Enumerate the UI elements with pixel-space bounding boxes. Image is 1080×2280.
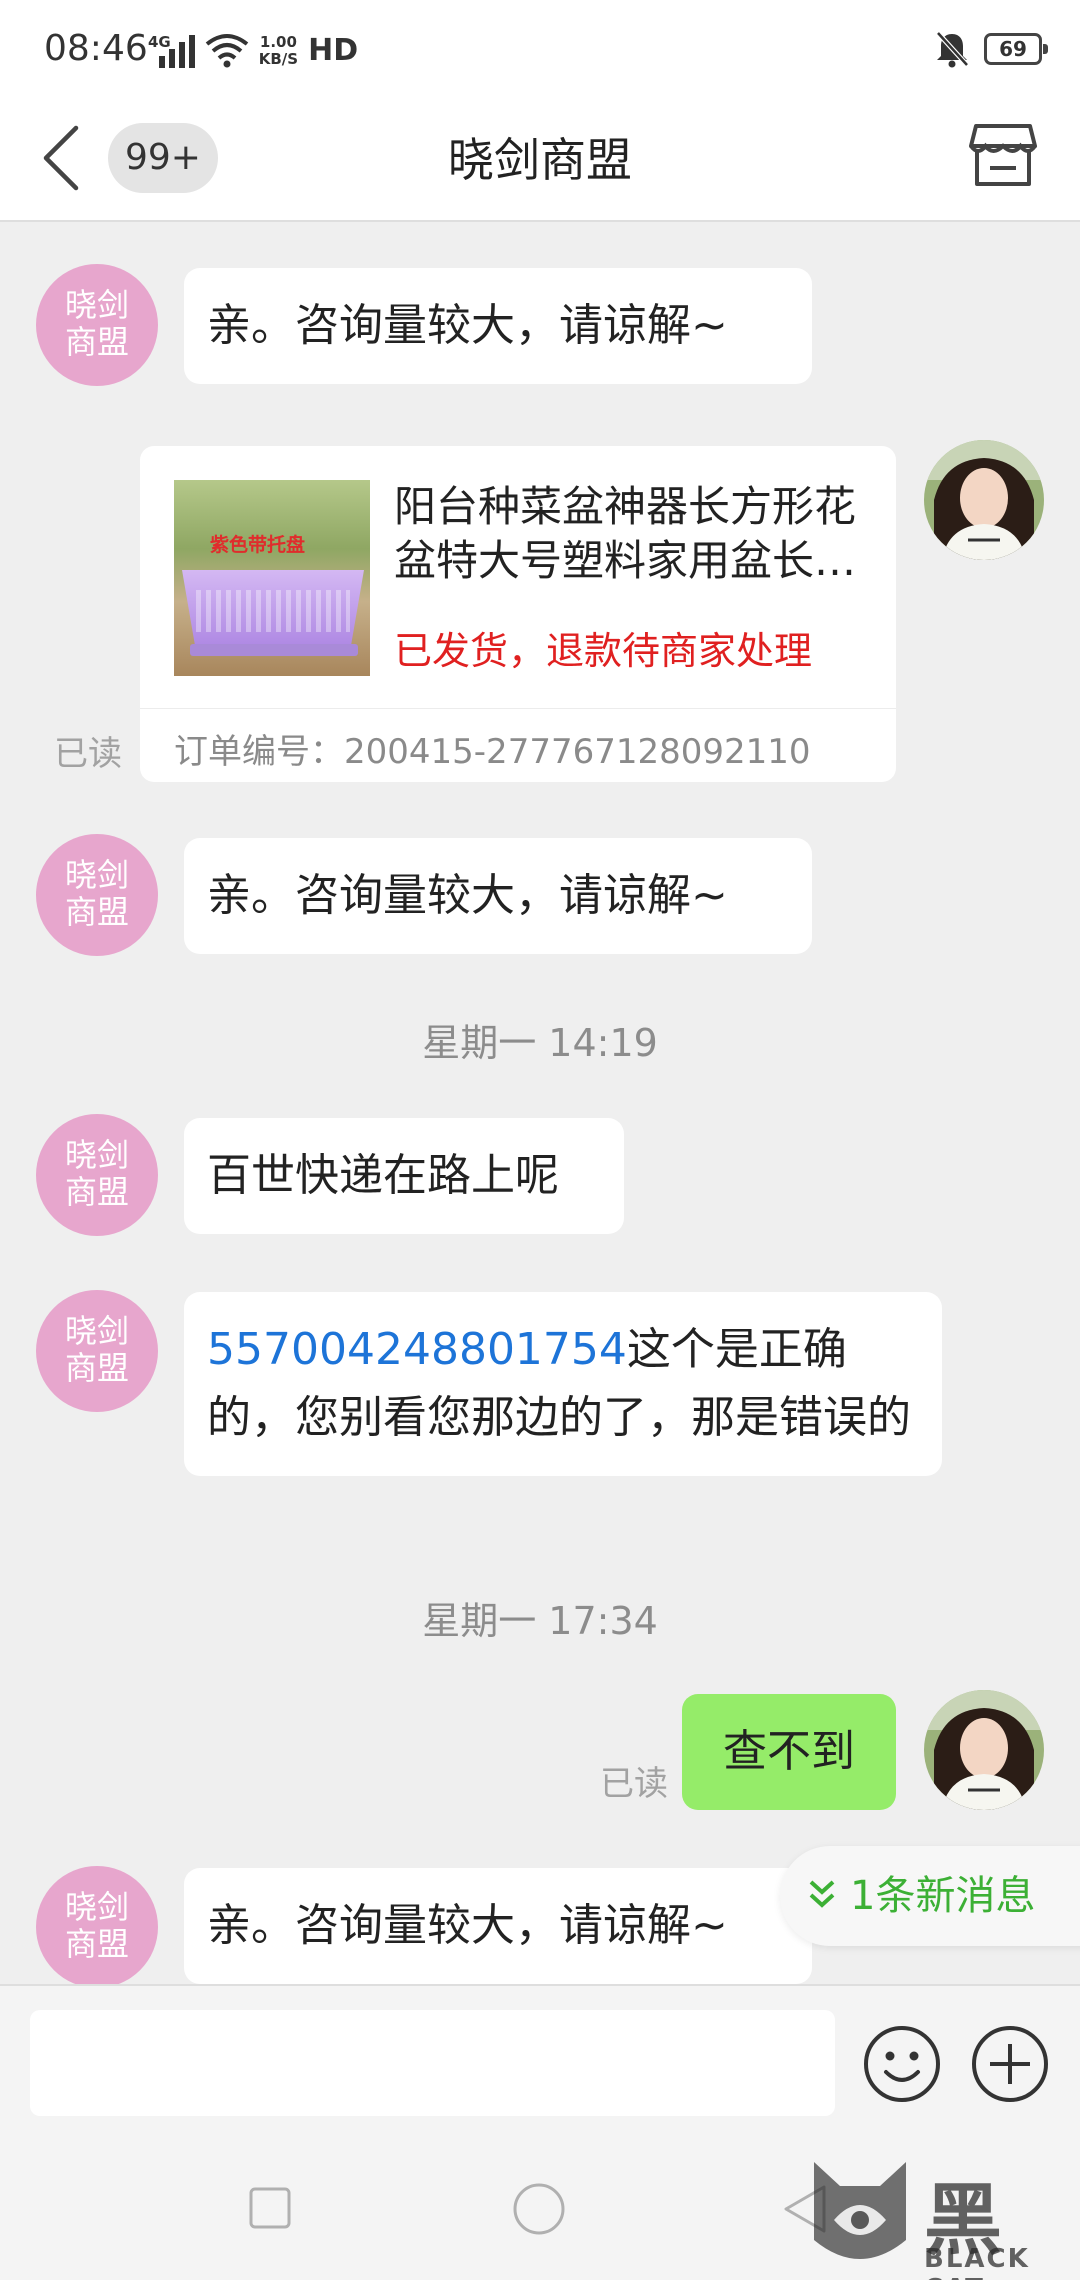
shop-avatar[interactable]: 晓剑 商盟: [36, 1114, 158, 1236]
divider: [140, 708, 896, 709]
network-indicators: 4G 1.00 KB/S HD: [148, 32, 358, 68]
shop-avatar-text: 晓剑 商盟: [64, 856, 129, 931]
shop-avatar-text: 晓剑 商盟: [64, 286, 129, 361]
time-separator: 星期一 17:34: [422, 1599, 658, 1643]
order-number: 订单编号：200415-277767128092110: [174, 732, 811, 772]
wifi-icon: [205, 34, 248, 68]
shop-avatar[interactable]: 晓剑 商盟: [36, 834, 158, 956]
chat-title: 晓剑商盟: [448, 133, 632, 187]
shop-avatar[interactable]: 晓剑 商盟: [36, 1290, 158, 1412]
tracking-number-link[interactable]: 557004248801754: [207, 1324, 627, 1375]
status-time: 08:46: [44, 28, 148, 69]
shop-avatar-text: 晓剑 商盟: [64, 1136, 129, 1211]
new-message-indicator[interactable]: 1条新消息: [780, 1846, 1080, 1946]
message-bubble[interactable]: 百世快递在路上呢: [184, 1118, 624, 1234]
read-receipt: 已读: [54, 734, 122, 774]
order-card[interactable]: 紫色带托盘 阳台种菜盆神器长方形花盆特大号塑料家用盆长条蔬菜种植箱 已发货，退款…: [140, 446, 896, 782]
status-bar: 08:46 4G 1.00 KB/S HD 69: [0, 0, 1080, 100]
speed-unit: KB/S: [258, 50, 299, 68]
time-separator: 星期一 14:19: [422, 1021, 658, 1065]
my-message-bubble[interactable]: 查不到: [682, 1694, 896, 1810]
user-avatar[interactable]: [924, 1690, 1044, 1810]
plus-icon[interactable]: [970, 2024, 1050, 2104]
battery-indicator: 69: [984, 33, 1048, 65]
message-bubble[interactable]: 亲。咨询量较大，请谅解~: [184, 838, 812, 954]
home-icon[interactable]: [512, 2182, 566, 2236]
shop-avatar[interactable]: 晓剑 商盟: [36, 1866, 158, 1988]
speed-value: 1.00: [259, 33, 297, 51]
double-chevron-down-icon: [809, 1880, 835, 1908]
network-speed: 1.00 KB/S: [259, 34, 298, 68]
message-bubble[interactable]: 557004248801754这个是正确的，您别看您那边的了，那是错误的: [184, 1292, 942, 1476]
hd-indicator: HD: [308, 33, 359, 68]
read-receipt: 已读: [600, 1764, 668, 1804]
message-bubble[interactable]: 亲。咨询量较大，请谅解~: [184, 1868, 812, 1984]
bell-muted-icon: [936, 31, 969, 68]
input-bar: [0, 1984, 1080, 2138]
message-bubble[interactable]: 亲。咨询量较大，请谅解~: [184, 268, 812, 384]
network-type: 4G: [148, 33, 171, 51]
emoji-icon[interactable]: [862, 2024, 942, 2104]
shop-avatar-text: 晓剑 商盟: [64, 1312, 129, 1387]
store-icon[interactable]: [968, 120, 1038, 190]
product-title: 阳台种菜盆神器长方形花盆特大号塑料家用盆长条蔬菜种植箱: [394, 482, 857, 585]
new-message-text: 1条新消息: [850, 1873, 1036, 1919]
status-right: 69: [934, 30, 1048, 68]
message-input[interactable]: [30, 2010, 835, 2116]
watermark-subtext: BLACK CAT: [924, 2244, 1030, 2280]
chat-header: 99+ 晓剑商盟: [0, 100, 1080, 222]
product-image-tag: 紫色带托盘: [210, 534, 306, 556]
shop-avatar[interactable]: 晓剑 商盟: [36, 264, 158, 386]
recents-icon[interactable]: [248, 2186, 292, 2230]
order-status: 已发货，退款待商家处理: [394, 629, 813, 673]
product-image: 紫色带托盘: [174, 480, 370, 676]
shop-avatar-text: 晓剑 商盟: [64, 1888, 129, 1963]
user-avatar[interactable]: [924, 440, 1044, 560]
